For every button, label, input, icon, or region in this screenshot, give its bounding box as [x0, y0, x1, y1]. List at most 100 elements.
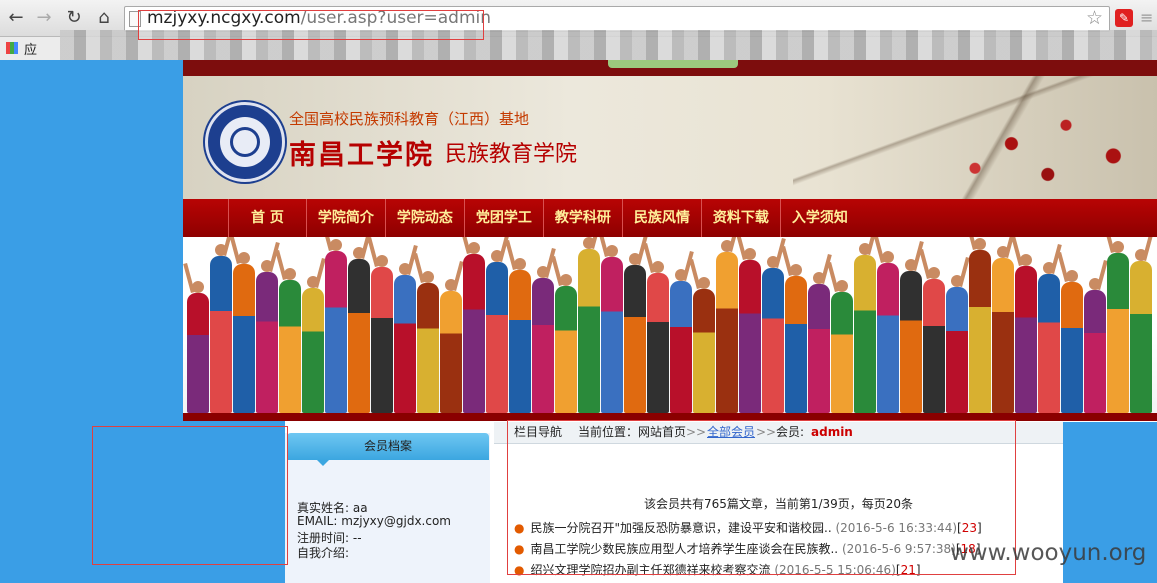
- photo-person: [643, 242, 669, 413]
- annotation-box-articles: [507, 420, 1016, 575]
- apps-icon[interactable]: [6, 42, 18, 54]
- photo-person: [210, 237, 234, 413]
- photo-person: [873, 237, 899, 413]
- photo-person: [367, 237, 393, 413]
- photo-person-arm: [183, 262, 195, 294]
- photo-person-arm: [551, 255, 563, 287]
- university-seal-logo: [205, 102, 285, 182]
- photo-person: [689, 258, 715, 413]
- watermark: www.wooyun.org: [950, 540, 1147, 566]
- home-icon[interactable]: ⌂: [92, 6, 116, 30]
- annotation-box-profile: [92, 426, 288, 565]
- photo-person-arm: [919, 248, 931, 280]
- photo-person: [532, 247, 556, 413]
- photo-person: [762, 237, 786, 413]
- reload-icon[interactable]: ↻: [62, 6, 86, 30]
- college-name: 民族教育学院: [445, 142, 578, 167]
- bookmark-star-icon[interactable]: ☆: [1086, 7, 1103, 29]
- url-text[interactable]: mzjyxy.ncgxy.com/user.asp?user=admin: [147, 8, 491, 28]
- photo-person-arm: [321, 237, 333, 252]
- photo-person-arm: [689, 258, 701, 290]
- nav-downloads[interactable]: 资料下载: [700, 199, 780, 237]
- photo-person: [321, 237, 347, 413]
- redacted-area: [60, 30, 1157, 60]
- photo-person: [900, 240, 924, 413]
- photo-person: [486, 237, 510, 413]
- forward-arrow-icon[interactable]: →: [32, 6, 56, 30]
- photo-person: [394, 244, 418, 413]
- extension-icon[interactable]: ✎: [1115, 9, 1133, 27]
- nav-party[interactable]: 党团学工: [463, 199, 543, 237]
- sidebar-title: 会员档案: [363, 439, 412, 453]
- photo-person: [1130, 237, 1154, 413]
- photo-person-arm: [1103, 237, 1115, 254]
- nav-culture[interactable]: 民族风情: [621, 199, 701, 237]
- profile-email: EMAIL: mzjyxy@gjdx.com: [297, 514, 451, 528]
- university-name: 南昌工学院: [289, 140, 434, 171]
- photo-person: [919, 248, 945, 413]
- top-bar: [183, 60, 1157, 76]
- photo-person: [1038, 243, 1062, 413]
- photo-person: [348, 237, 372, 413]
- browser-chrome: ← → ↻ ⌂ mzjyxy.ncgxy.com/user.asp?user=a…: [0, 0, 1157, 60]
- photo-person: [597, 237, 623, 413]
- photo-person-arm: [505, 239, 517, 271]
- photo-person: [413, 252, 439, 413]
- photo-person: [551, 255, 577, 413]
- photo-person: [302, 257, 326, 413]
- photo-person-arm: [367, 237, 379, 268]
- photo-person: [854, 237, 878, 413]
- photo-person: [827, 261, 853, 413]
- photo-person: [808, 253, 832, 413]
- photo-person: [256, 241, 280, 413]
- photo-person: [1011, 237, 1037, 413]
- back-arrow-icon[interactable]: ←: [4, 6, 28, 30]
- apps-label[interactable]: 应: [24, 39, 37, 58]
- photo-person-arm: [459, 237, 471, 255]
- photo-person: [505, 239, 531, 413]
- nav-about[interactable]: 学院简介: [305, 199, 385, 237]
- photo-person: [946, 256, 970, 413]
- top-tab: [608, 60, 738, 68]
- ethnic-people-photo: [183, 237, 1157, 413]
- photo-person: [992, 237, 1016, 413]
- photo-person: [670, 250, 694, 413]
- plum-blossom-decoration: [793, 76, 1157, 199]
- sidebar-header: 会员档案: [287, 433, 489, 460]
- photo-person-arm: [1057, 251, 1069, 283]
- photo-person: [1057, 251, 1083, 413]
- photo-person-arm: [643, 242, 655, 274]
- profile-intro: 自我介绍:: [297, 546, 350, 560]
- photo-person-arm: [1011, 237, 1023, 267]
- photo-person: [440, 260, 464, 413]
- photo-person: [1103, 237, 1129, 413]
- nav-teaching[interactable]: 教学科研: [542, 199, 622, 237]
- site-banner: 全国高校民族预科教育（江西）基地 南昌工学院 民族教育学院: [183, 76, 1157, 199]
- menu-icon[interactable]: ≡: [1140, 9, 1156, 27]
- photo-person-arm: [413, 252, 425, 284]
- photo-person: [229, 237, 255, 413]
- photo-person: [459, 237, 485, 413]
- photo-person: [716, 237, 740, 413]
- photo-person: [781, 245, 807, 413]
- banner-subtitle: 全国高校民族预科教育（江西）基地: [289, 110, 530, 128]
- photo-person: [275, 249, 301, 413]
- photo-person: [735, 237, 761, 413]
- main-nav: 首 页 学院简介 学院动态 党团学工 教学科研 民族风情 资料下载 入学须知: [183, 199, 1157, 237]
- photo-person-arm: [1142, 237, 1154, 262]
- photo-person: [1084, 259, 1108, 413]
- photo-person-arm: [781, 245, 793, 277]
- nav-home[interactable]: 首 页: [228, 199, 306, 237]
- page-icon: [129, 11, 141, 27]
- url-host: mzjyxy.ncgxy.com: [147, 8, 301, 28]
- photo-person: [965, 237, 991, 413]
- nav-list: 首 页 学院简介 学院动态 党团学工 教学科研 民族风情 资料下载 入学须知: [228, 199, 859, 237]
- photo-person-arm: [827, 261, 839, 293]
- url-path: /user.asp?user=admin: [300, 8, 492, 28]
- photo-person: [183, 262, 209, 413]
- photo-person-arm: [275, 249, 287, 281]
- member-sidebar: 会员档案 真实姓名: aa EMAIL: mzjyxy@gjdx.com 注册时…: [285, 433, 490, 583]
- nav-news[interactable]: 学院动态: [384, 199, 464, 237]
- address-bar[interactable]: mzjyxy.ncgxy.com/user.asp?user=admin ☆: [124, 6, 1110, 32]
- nav-admission[interactable]: 入学须知: [779, 199, 859, 237]
